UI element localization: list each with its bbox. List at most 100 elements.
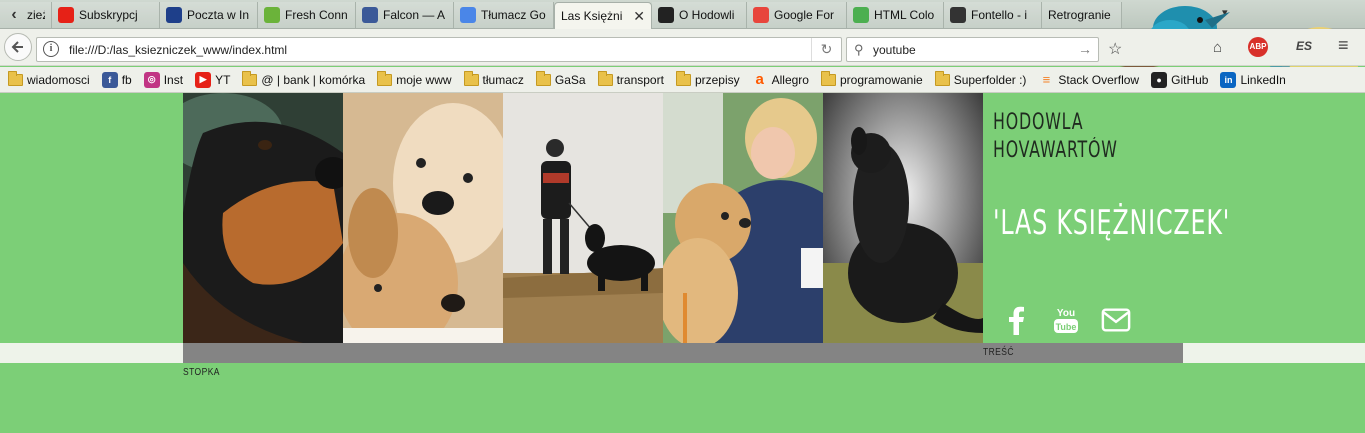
envelope-icon[interactable] (1101, 305, 1131, 335)
back-arrow-icon (11, 41, 23, 53)
facebook-icon (362, 7, 378, 23)
facebook-icon: f (101, 71, 118, 88)
interia-icon (166, 7, 182, 23)
folder-icon (377, 70, 393, 86)
bookmark-label: wiadomosci (27, 72, 90, 87)
tab-5[interactable]: Falcon — A (356, 2, 454, 28)
tab-3[interactable]: Poczta w In (160, 2, 258, 28)
bookmark-label: programowanie (839, 72, 923, 87)
tab-11[interactable]: Fontello - i (944, 2, 1042, 28)
instagram-icon: ◎ (143, 71, 160, 88)
bookmark-6[interactable]: moje www (377, 70, 452, 87)
social-links: You Tube (1001, 305, 1131, 335)
reload-icon[interactable]: ↻ (811, 38, 841, 61)
photo-black-dog-back (823, 93, 983, 343)
tab-scroll-left-icon: ‹ (11, 6, 17, 23)
bookmark-15[interactable]: ● GitHub (1151, 71, 1208, 88)
search-icon: ⚲ (854, 42, 864, 57)
close-tab-icon[interactable]: ✕ (633, 8, 645, 25)
translate-icon (460, 7, 476, 23)
bookmark-1[interactable]: wiadomosci (8, 70, 90, 87)
bookmark-10[interactable]: przepisy (675, 70, 740, 87)
bookmark-label: fb (121, 72, 132, 87)
bookmark-11[interactable]: a Allegro (752, 71, 809, 88)
photo-woman-with-golden-dog (663, 93, 823, 343)
header-photo-strip (183, 93, 983, 343)
allegro-icon: a (755, 71, 764, 88)
tab-1[interactable]: ‹ zieżnic (0, 2, 52, 28)
adblock-plus-icon[interactable]: ABP (1248, 37, 1268, 57)
tab-9[interactable]: Google For (747, 2, 847, 28)
folder-icon (597, 70, 613, 86)
page-viewport: HODOWLA HOVAWARTÓW 'LAS KSIĘŻNICZEK' You… (0, 93, 1365, 433)
search-go-arrow-icon[interactable]: → (1078, 41, 1092, 57)
tab-title: O Hodowli (679, 8, 735, 22)
svg-text:Tube: Tube (1056, 322, 1077, 332)
bookmark-label: transport (616, 72, 664, 87)
folder-icon (8, 70, 23, 86)
bookmark-label: Stack Overflow (1058, 72, 1140, 87)
bookmark-label: YT (215, 72, 231, 87)
bookmark-2[interactable]: f fb (101, 71, 132, 88)
stackoverflow-icon: ≡ (1042, 72, 1051, 87)
tab-title: Poczta w In (187, 8, 250, 22)
youtube-icon[interactable]: You Tube (1051, 305, 1081, 335)
address-bar[interactable]: i file:///D:/las_ksiezniczek_www/index.h… (36, 37, 842, 62)
tabs: ‹ zieżnic Subskrypcj Poczta w In Fresh Conn F… (0, 2, 1122, 29)
bookmark-7[interactable]: tłumacz (463, 70, 524, 87)
brand-block: HODOWLA HOVAWARTÓW 'LAS KSIĘŻNICZEK' (993, 109, 1353, 243)
tab-7[interactable]: Las Księżnic ✕ (554, 2, 652, 29)
youtube-icon (58, 7, 74, 23)
bookmark-4[interactable]: ▶ YT (195, 71, 231, 88)
tab-title: Falcon — A (383, 8, 446, 22)
bookmark-3[interactable]: ◎ Inst (143, 71, 183, 88)
htmlcolor-icon (853, 7, 869, 23)
facebook-icon[interactable] (1001, 305, 1031, 335)
address-url: file:///D:/las_ksiezniczek_www/index.htm… (69, 43, 288, 57)
forms-icon (753, 7, 769, 23)
site-info-icon[interactable]: i (43, 41, 59, 57)
bookmark-9[interactable]: transport (597, 70, 664, 87)
tab-strip: ‹ zieżnic Subskrypcj Poczta w In Fresh Conn F… (0, 0, 1365, 29)
folder-icon (675, 70, 691, 86)
tab-title: Fresh Conn (285, 8, 348, 22)
svg-text:You: You (1057, 308, 1075, 319)
bookmark-8[interactable]: GaSa (535, 70, 586, 87)
menu-hamburger-icon[interactable]: ≡ (1338, 35, 1349, 56)
tab-title: Subskrypcj (79, 8, 138, 22)
home-icon[interactable]: ⌂ (1213, 39, 1222, 56)
back-button[interactable] (4, 33, 32, 61)
tab-title: Tłumacz Go (481, 8, 546, 22)
tab-title: Google For (774, 8, 835, 22)
navigation-toolbar: i file:///D:/las_ksiezniczek_www/index.h… (0, 29, 1365, 66)
tab-12[interactable]: Retrogranie (1042, 2, 1122, 28)
search-bar[interactable]: ⚲ youtube → (846, 37, 1099, 62)
folder-icon (820, 70, 836, 86)
tab-6[interactable]: Tłumacz Go (454, 2, 554, 28)
bookmark-label: przepisy (694, 72, 740, 87)
es-extension-icon[interactable]: ES (1296, 39, 1312, 53)
photo-dog-black-and-tan (183, 93, 343, 343)
bookmark-5[interactable]: @ | bank | komórka (242, 70, 365, 87)
tab-list-dropdown-icon[interactable]: ▾ (1222, 6, 1228, 19)
bookmark-12[interactable]: programowanie (820, 70, 923, 87)
bookmark-16[interactable]: in LinkedIn (1220, 71, 1286, 88)
tab-4[interactable]: Fresh Conn (258, 2, 356, 28)
folder-icon (463, 70, 479, 86)
bookmark-star-icon[interactable]: ☆ (1108, 39, 1122, 59)
tab-title: Retrogranie (1048, 8, 1111, 22)
tab-title: Fontello - i (971, 8, 1028, 22)
tab-2[interactable]: Subskrypcj (52, 2, 160, 28)
bookmarks-bar: wiadomosci f fb ◎ Inst ▶ YT @ | bank | komórka m… (0, 67, 1365, 93)
bookmark-label: LinkedIn (1240, 72, 1286, 87)
tab-10[interactable]: HTML Colo (847, 2, 944, 28)
content-label: TREŚĆ (983, 347, 1014, 358)
bookmark-14[interactable]: ≡ Stack Overflow (1038, 72, 1140, 88)
bookmark-13[interactable]: Superfolder :) (934, 70, 1026, 87)
search-input[interactable]: youtube (873, 43, 916, 57)
tab-title: HTML Colo (874, 8, 935, 22)
linkedin-icon: in (1220, 71, 1237, 88)
tab-title: zieżnic (27, 8, 45, 22)
tab-8[interactable]: O Hodowli (652, 2, 747, 28)
photo-woman-walking-black-dog (503, 93, 663, 343)
